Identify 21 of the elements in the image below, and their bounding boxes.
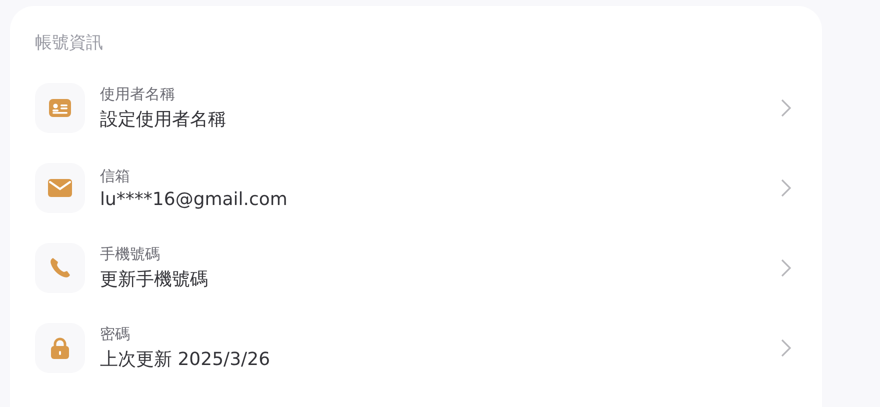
chevron-right-icon	[780, 98, 792, 118]
field-value: lu****16@gmail.com	[100, 188, 288, 210]
section-title: 帳號資訊	[35, 32, 104, 54]
field-value: 設定使用者名稱	[100, 108, 227, 131]
settings-row[interactable]: 使用者名稱 設定使用者名稱	[35, 68, 797, 148]
chevron-right-icon	[780, 178, 792, 198]
settings-row[interactable]: 密碼 上次更新 2025/3/26	[35, 308, 797, 388]
field-label: 使用者名稱	[100, 85, 176, 104]
field-label: 信箱	[100, 166, 131, 186]
field-label: 密碼	[100, 325, 131, 344]
id-card-icon	[48, 96, 72, 120]
field-label: 手機號碼	[100, 245, 161, 264]
settings-row[interactable]: 信箱 lu****16@gmail.com	[35, 148, 797, 228]
envelope-icon	[48, 176, 72, 200]
field-value: 上次更新 2025/3/26	[100, 348, 272, 371]
settings-row[interactable]: 手機號碼 更新手機號碼	[35, 228, 797, 308]
lock-icon	[48, 336, 72, 360]
phone-icon	[48, 256, 72, 280]
field-value: 更新手機號碼	[100, 268, 209, 291]
chevron-right-icon	[780, 338, 792, 358]
chevron-right-icon	[780, 258, 792, 278]
